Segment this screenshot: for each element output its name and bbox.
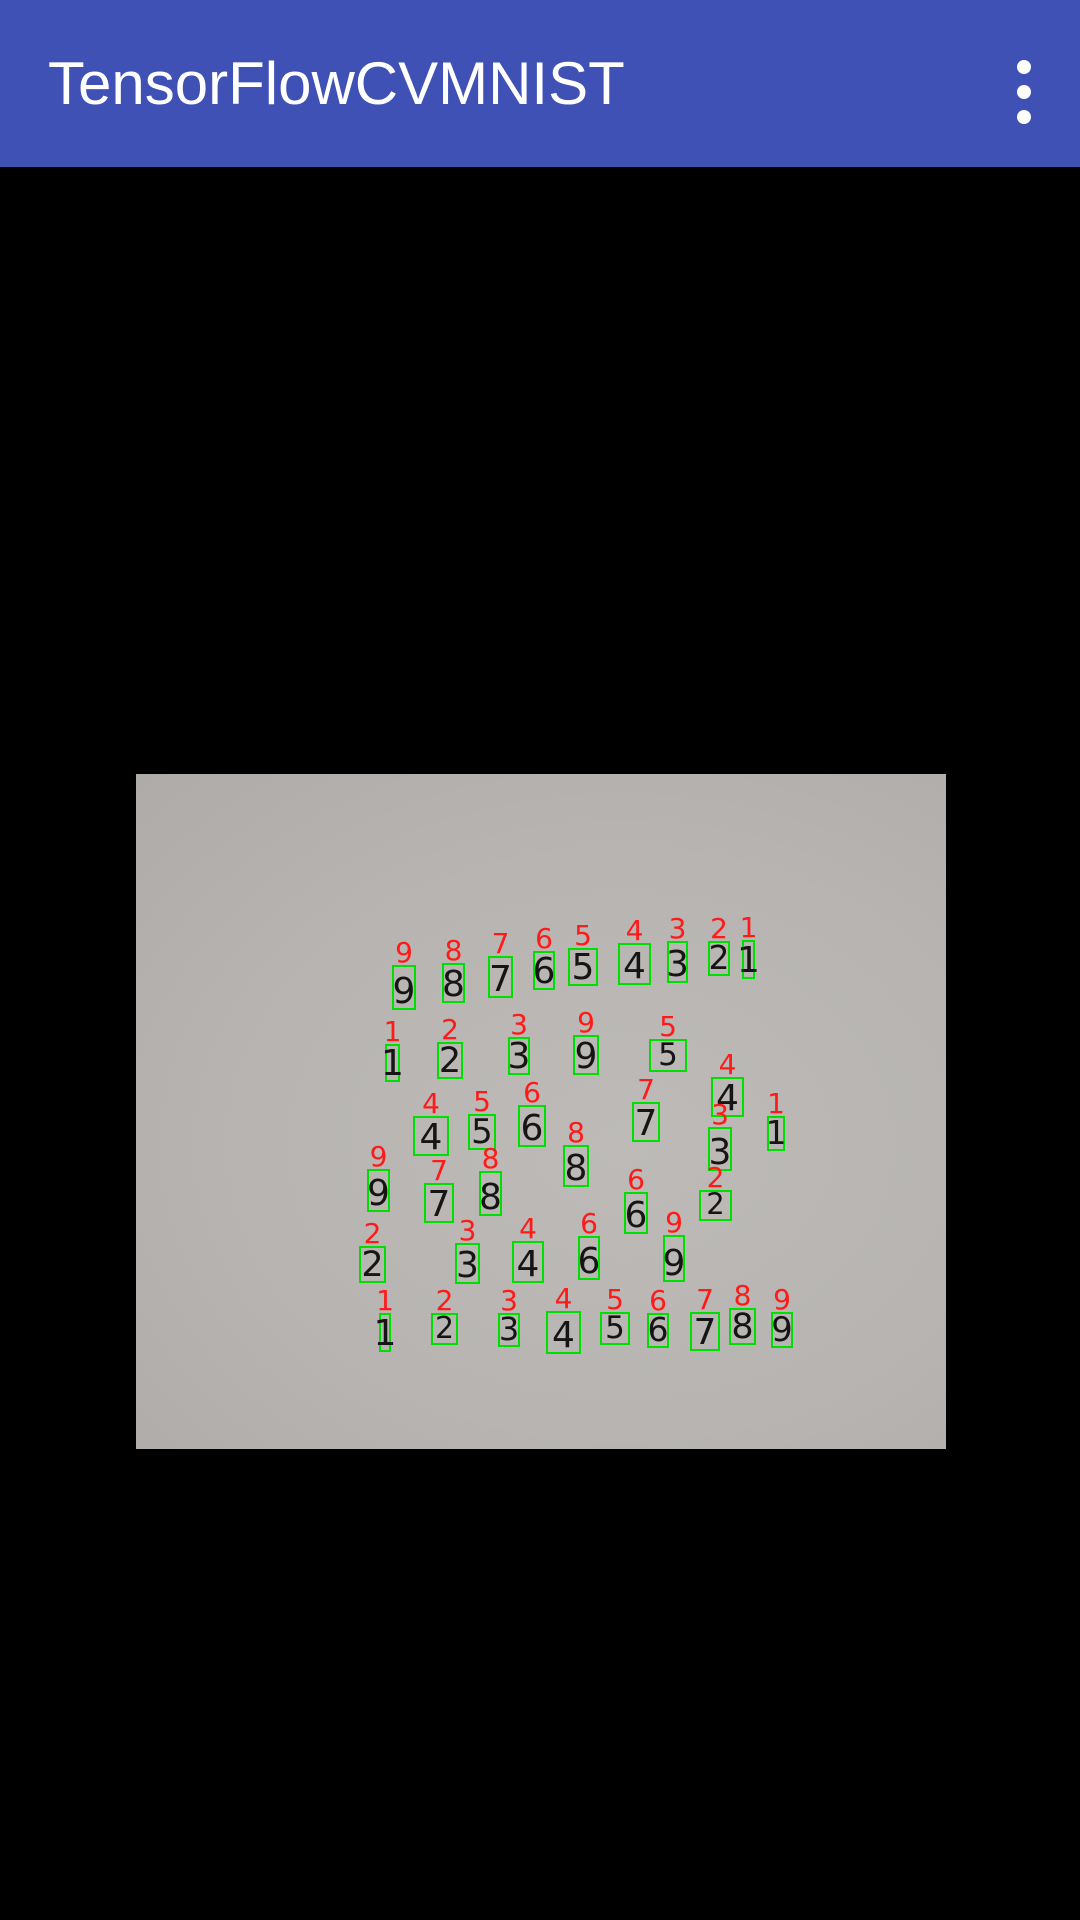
handwritten-digit: 4 xyxy=(552,1315,575,1356)
detection-label: 3 xyxy=(510,1008,528,1041)
handwritten-digit: 2 xyxy=(361,1245,383,1285)
app-title: TensorFlowCVMNIST xyxy=(48,50,625,117)
detection-label: 4 xyxy=(626,914,644,947)
detection-label: 7 xyxy=(696,1283,714,1316)
detection-label: 4 xyxy=(719,1048,737,1081)
detection-label: 8 xyxy=(567,1116,585,1149)
detection-label: 2 xyxy=(710,912,728,945)
detection-label: 3 xyxy=(669,912,687,945)
detection-label: 4 xyxy=(555,1282,573,1315)
handwritten-digit: 1 xyxy=(381,1043,404,1084)
detection-label: 5 xyxy=(574,919,592,952)
handwritten-digit: 7 xyxy=(428,1184,451,1225)
detection-label: 6 xyxy=(627,1163,645,1196)
detection-label: 4 xyxy=(422,1087,440,1120)
detection-label: 7 xyxy=(430,1154,448,1187)
detection-label: 3 xyxy=(711,1098,729,1131)
detection-label: 5 xyxy=(606,1283,624,1316)
handwritten-digit: 4 xyxy=(623,946,646,987)
camera-preview: 9988776655443322111122339955444455667711… xyxy=(136,774,946,1449)
handwritten-digit: 7 xyxy=(694,1312,717,1353)
detection-label: 6 xyxy=(580,1207,598,1240)
detection-label: 6 xyxy=(649,1284,667,1317)
detection-label: 8 xyxy=(445,934,463,967)
detection-label: 8 xyxy=(734,1279,752,1312)
camera-viewport: 9988776655443322111122339955444455667711… xyxy=(0,167,1080,1920)
detection-label: 9 xyxy=(773,1283,791,1316)
detection-overlay: 9988776655443322111122339955444455667711… xyxy=(359,911,793,1356)
detection-label: 5 xyxy=(473,1085,491,1118)
detection-label: 2 xyxy=(364,1217,382,1250)
handwritten-digit: 3 xyxy=(508,1036,531,1077)
detection-label: 2 xyxy=(707,1161,725,1194)
detection-label: 6 xyxy=(523,1076,541,1109)
detection-label: 1 xyxy=(376,1284,394,1317)
handwritten-digit: 8 xyxy=(479,1177,502,1218)
handwritten-digit: 3 xyxy=(666,944,689,985)
handwritten-digit: 6 xyxy=(533,951,556,992)
detection-label: 2 xyxy=(436,1284,454,1317)
handwritten-digit: 7 xyxy=(489,959,512,1000)
handwritten-digit: 4 xyxy=(517,1244,540,1285)
detection-label: 3 xyxy=(500,1284,518,1317)
handwritten-digit: 1 xyxy=(737,940,760,981)
handwritten-digit: 9 xyxy=(367,1173,390,1214)
handwritten-digit: 6 xyxy=(521,1108,544,1149)
detection-label: 7 xyxy=(637,1073,655,1106)
detection-label: 9 xyxy=(395,936,413,969)
handwritten-digit: 3 xyxy=(456,1245,479,1286)
detection-label: 9 xyxy=(665,1206,683,1239)
detection-label: 3 xyxy=(459,1214,477,1247)
app-bar: TensorFlowCVMNIST xyxy=(0,0,1080,167)
detection-label: 8 xyxy=(482,1142,500,1175)
handwritten-digit: 4 xyxy=(420,1117,443,1158)
handwritten-digit: 9 xyxy=(663,1243,686,1284)
handwritten-digit: 5 xyxy=(572,947,595,988)
detection-label: 1 xyxy=(767,1087,785,1120)
detection-label: 9 xyxy=(370,1140,388,1173)
handwritten-digit: 9 xyxy=(393,971,416,1012)
detection-label: 7 xyxy=(492,927,510,960)
detection-label: 9 xyxy=(577,1006,595,1039)
detection-label: 5 xyxy=(659,1010,677,1043)
more-vert-icon[interactable] xyxy=(970,30,1080,140)
handwritten-digit: 6 xyxy=(625,1195,648,1236)
handwritten-digit: 6 xyxy=(578,1241,601,1282)
handwritten-digit: 8 xyxy=(442,964,465,1005)
detection-label: 2 xyxy=(441,1013,459,1046)
detection-label: 1 xyxy=(740,911,758,944)
detection-label: 4 xyxy=(519,1212,537,1245)
handwritten-digit: 1 xyxy=(374,1313,397,1354)
handwritten-digit: 8 xyxy=(731,1307,753,1347)
detection-label: 6 xyxy=(535,922,553,955)
handwritten-digit: 2 xyxy=(439,1041,461,1081)
handwritten-digit: 7 xyxy=(635,1103,658,1144)
detection-label: 1 xyxy=(384,1015,402,1048)
handwritten-digit: 8 xyxy=(565,1148,588,1189)
handwritten-digit: 9 xyxy=(575,1036,598,1077)
handwritten-digit: 9 xyxy=(771,1310,793,1350)
